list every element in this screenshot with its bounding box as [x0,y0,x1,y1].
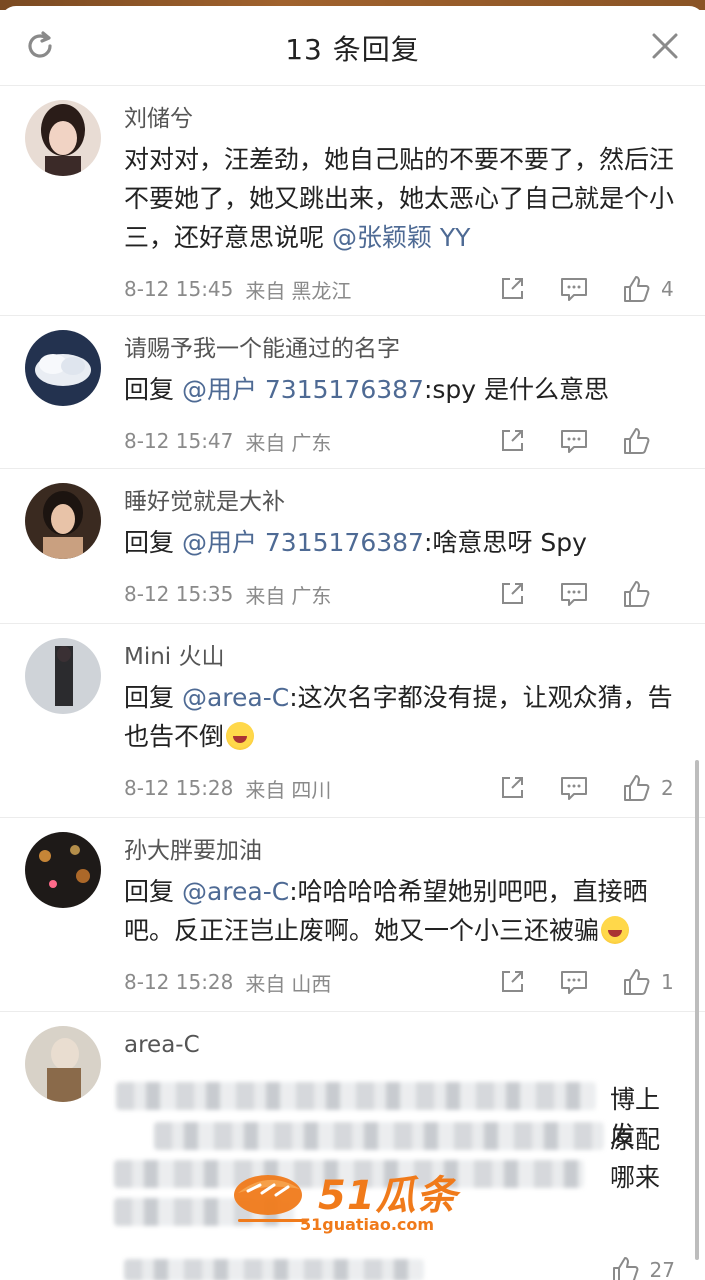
comment-location: 山西 [291,971,332,996]
avatar[interactable] [25,638,101,714]
comment-meta: 8-12 15:35 来自 广东 [124,562,675,626]
comment-text-part: :啥意思呀 Spy [423,528,587,557]
like-count: 27 [649,1258,675,1280]
comment-item: 刘储兮 对对对，汪差劲，她自己贴的不要不要了，然后汪不要她了，她又跳出来，她太恶… [0,86,705,316]
scrollbar[interactable] [695,760,699,1260]
close-icon[interactable] [647,28,683,64]
comment-text: 回复 @用户 7315176387:spy 是什么意思 [124,370,675,409]
watermark-logo: 51瓜条 51guatiao.com [230,1163,480,1237]
sheet-header: 13 条回复 [0,6,705,86]
mention-link[interactable]: @用户 7315176387 [182,375,424,404]
comment-text-part: 回复 [124,877,182,906]
visible-fragment: 原配 [610,1125,661,1154]
comment-from: 来自 [245,777,286,802]
comment-author[interactable]: Mini 火山 [124,624,675,674]
like-icon[interactable] [619,771,653,805]
comment-text: 回复 @area-C:哈哈哈哈希望她别吧吧，直接晒吧。反正汪岂止废啊。她又一个小… [124,872,675,950]
comment-from: 来自 [245,278,286,303]
avatar[interactable] [25,483,101,559]
comment-author[interactable]: 刘储兮 [124,86,675,136]
comment-list: 刘储兮 对对对，汪差劲，她自己贴的不要不要了，然后汪不要她了，她又跳出来，她太恶… [0,86,705,1280]
comment-meta: 8-12 15:45 来自 黑龙江 4 [124,257,675,321]
comment-item: 孙大胖要加油 回复 @area-C:哈哈哈哈希望她别吧吧，直接晒吧。反正汪岂止废… [0,818,705,1012]
comment-meta: 8-12 15:28 来自 四川 2 [124,756,675,820]
laugh-cry-emoji-icon [226,722,255,750]
avatar[interactable] [25,330,101,406]
comment-text-part: 回复 [124,375,182,404]
comment-text: 对对对，汪差劲，她自己贴的不要不要了，然后汪不要她了，她又跳出来，她太恶心了自己… [124,140,675,257]
comment-icon[interactable] [557,272,591,306]
share-icon[interactable] [495,771,529,805]
comment-meta: 8-12 15:28 来自 山西 1 [124,950,675,1014]
like-icon[interactable] [619,577,653,611]
laugh-cry-emoji-icon [601,916,630,944]
comment-author[interactable]: 睡好觉就是大补 [124,469,675,519]
comment-text-part: 回复 [124,683,182,712]
comment-author[interactable]: area-C [124,1012,675,1062]
like-count: 2 [661,776,674,800]
comment-author[interactable]: 孙大胖要加油 [124,818,675,868]
comment-location: 黑龙江 [291,278,352,303]
page-title: 13 条回复 [285,33,420,66]
comment-time: 8-12 15:28 [124,776,234,800]
like-icon[interactable] [608,1253,642,1280]
comment-from: 来自 [245,583,286,608]
comment-text: 回复 @area-C:这次名字都没有提，让观众猜，告也告不倒 [124,678,675,756]
watermark-url: 51guatiao.com [300,1215,435,1234]
mention-link[interactable]: @area-C [182,877,289,906]
comment-location: 广东 [291,430,332,455]
comment-icon[interactable] [557,771,591,805]
like-icon[interactable] [619,424,653,458]
comment-text: 回复 @用户 7315176387:啥意思呀 Spy [124,523,675,562]
comment-text-part: :spy 是什么意思 [423,375,610,404]
like-icon[interactable] [619,965,653,999]
comment-from: 来自 [245,971,286,996]
comment-author[interactable]: 请赐予我一个能通过的名字 [124,316,675,366]
comment-icon[interactable] [557,965,591,999]
share-icon[interactable] [495,965,529,999]
visible-fragment: 哪来 [610,1163,661,1192]
comment-icon[interactable] [557,577,591,611]
comment-meta: 8-12 15:47 来自 广东 [124,409,675,473]
comment-time: 8-12 15:45 [124,277,234,301]
comment-time: 8-12 15:47 [124,429,234,453]
comment-item: 请赐予我一个能通过的名字 回复 @用户 7315176387:spy 是什么意思… [0,316,705,469]
comment-location: 四川 [291,777,332,802]
comment-item: Mini 火山 回复 @area-C:这次名字都没有提，让观众猜，告也告不倒 8… [0,624,705,818]
avatar[interactable] [25,1026,101,1102]
like-count: 4 [661,277,674,301]
avatar[interactable] [25,100,101,176]
share-icon[interactable] [495,424,529,458]
like-count: 1 [661,970,674,994]
share-icon[interactable] [495,272,529,306]
comment-icon[interactable] [557,424,591,458]
share-icon[interactable] [495,577,529,611]
mention-link[interactable]: @用户 7315176387 [182,528,424,557]
comment-time: 8-12 15:35 [124,582,234,606]
avatar[interactable] [25,832,101,908]
comment-from: 来自 [245,430,286,455]
comment-item: 睡好觉就是大补 回复 @用户 7315176387:啥意思呀 Spy 8-12 … [0,469,705,624]
like-icon[interactable] [619,272,653,306]
mention-link[interactable]: @area-C [182,683,289,712]
watermark-brand: 51瓜条 [318,1173,458,1219]
comment-time: 8-12 15:28 [124,970,234,994]
comment-location: 广东 [291,583,332,608]
comment-text-part: 回复 [124,528,182,557]
mention-link[interactable]: @张颖颖 YY [332,223,471,252]
comment-item: area-C 博上发 原配 哪来 27 [0,1012,705,1280]
